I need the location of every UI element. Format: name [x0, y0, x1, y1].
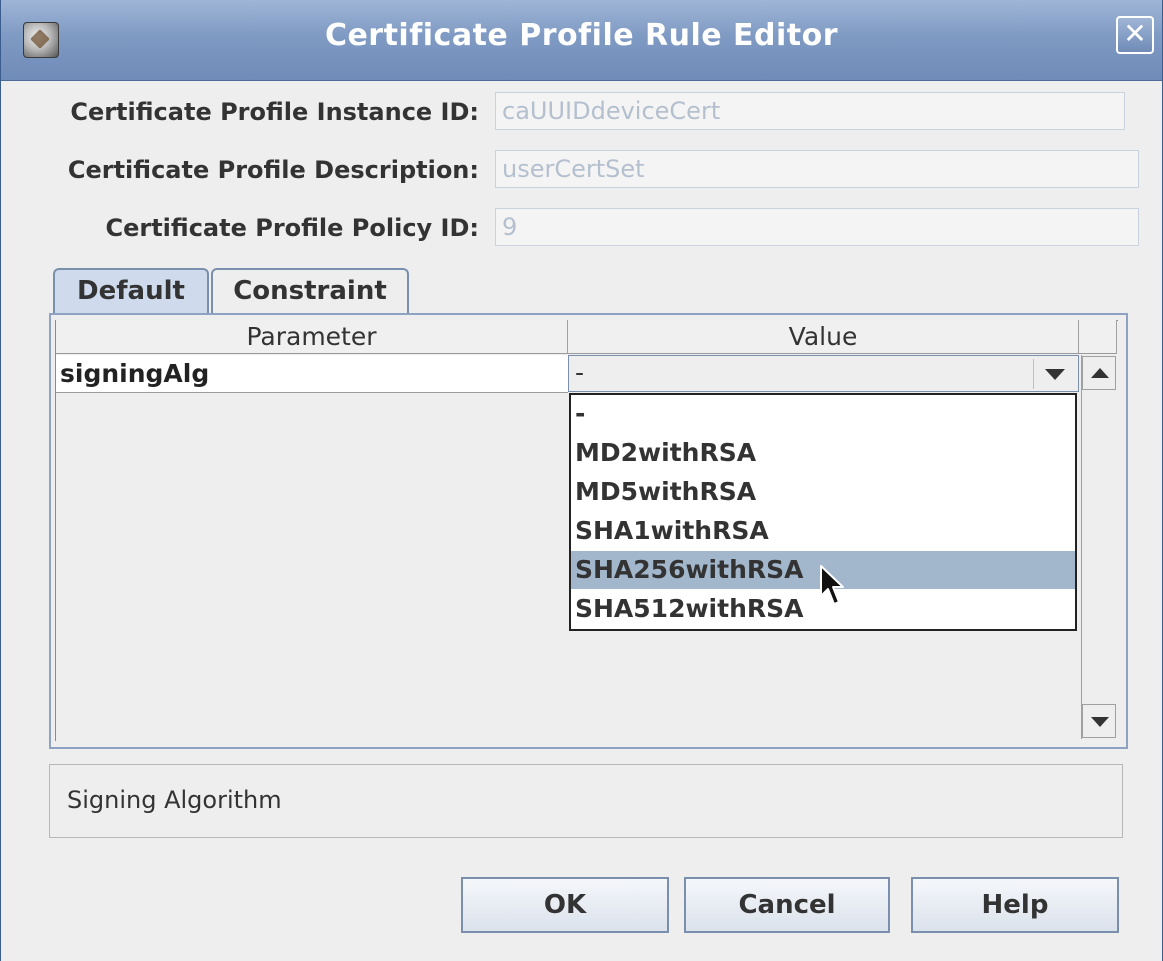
close-icon: ✕	[1123, 17, 1147, 50]
header-corner	[1079, 320, 1117, 354]
parameter-description: Signing Algorithm	[67, 786, 282, 814]
parameter-column-header[interactable]: Parameter	[56, 320, 568, 354]
policy-id-field[interactable]: 9	[495, 208, 1139, 246]
value-column-header[interactable]: Value	[568, 320, 1079, 354]
instance-id-field[interactable]: caUUIDdeviceCert	[495, 92, 1125, 130]
dropdown-option[interactable]: MD5withRSA	[571, 473, 1075, 511]
description-label: Certificate Profile Description:	[67, 156, 479, 184]
scroll-up-button[interactable]	[1082, 356, 1116, 390]
window-title: Certificate Profile Rule Editor	[324, 18, 839, 53]
dropdown-option[interactable]: -	[571, 395, 1075, 433]
combobox-value: -	[575, 358, 585, 387]
mouse-cursor-icon	[820, 565, 844, 605]
description-field[interactable]: userCertSet	[495, 150, 1139, 188]
tab-constraint[interactable]: Constraint	[211, 268, 409, 314]
instance-id-label: Certificate Profile Instance ID:	[70, 98, 479, 126]
table-scrollbar[interactable]	[1081, 355, 1118, 739]
scroll-down-button[interactable]	[1082, 704, 1116, 738]
value-combobox[interactable]: -	[568, 355, 1079, 392]
title-bar[interactable]: Certificate Profile Rule Editor ✕	[1, 0, 1162, 81]
policy-id-label: Certificate Profile Policy ID:	[105, 214, 479, 242]
tab-default[interactable]: Default	[53, 268, 209, 314]
cancel-button[interactable]: Cancel	[684, 877, 890, 933]
parameter-cell[interactable]: signingAlg	[56, 355, 568, 393]
chevron-down-icon[interactable]	[1033, 359, 1074, 389]
ok-button[interactable]: OK	[461, 877, 669, 933]
close-button[interactable]: ✕	[1116, 16, 1154, 54]
dropdown-option[interactable]: MD2withRSA	[571, 434, 1075, 472]
dropdown-option[interactable]: SHA1withRSA	[571, 512, 1075, 550]
rule-editor-dialog: Certificate Profile Rule Editor ✕ Certif…	[0, 0, 1163, 961]
help-button[interactable]: Help	[911, 877, 1119, 933]
